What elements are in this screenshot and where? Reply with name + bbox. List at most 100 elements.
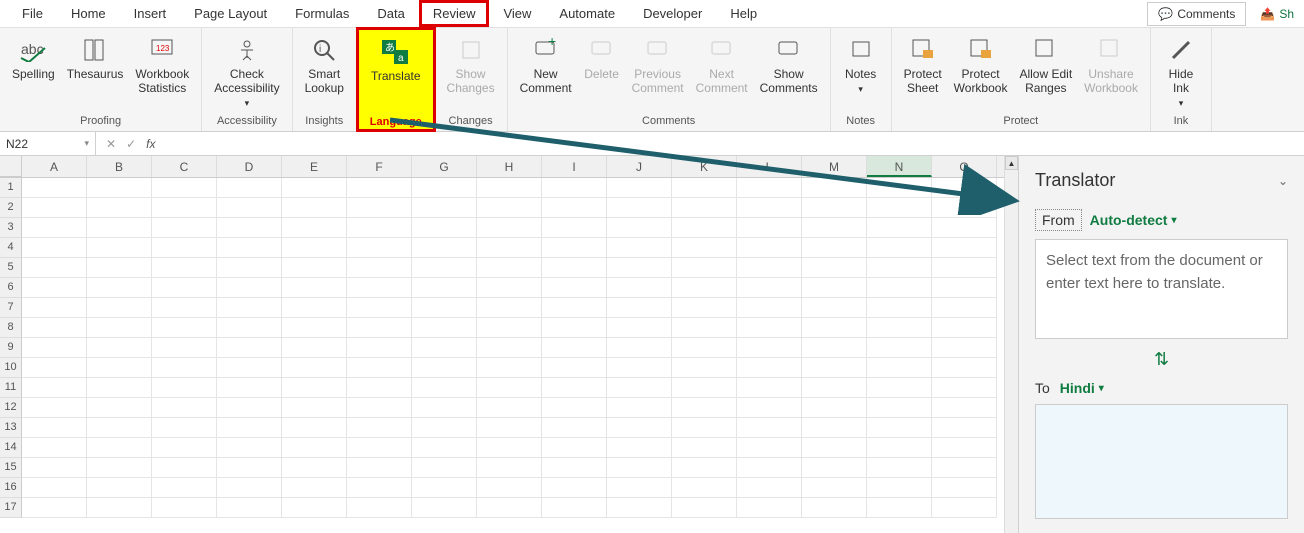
swap-languages-button[interactable]: ⇅ [1035, 349, 1288, 370]
cell[interactable] [607, 378, 672, 398]
protect-sheet-button[interactable]: Protect Sheet [898, 30, 948, 112]
cell[interactable] [672, 398, 737, 418]
cell[interactable] [607, 298, 672, 318]
cell[interactable] [347, 298, 412, 318]
row-header[interactable]: 13 [0, 418, 22, 438]
cell[interactable] [802, 278, 867, 298]
cell[interactable] [217, 198, 282, 218]
cell[interactable] [542, 398, 607, 418]
cell[interactable] [87, 338, 152, 358]
cell[interactable] [152, 238, 217, 258]
cell[interactable] [412, 358, 477, 378]
cell[interactable] [282, 218, 347, 238]
cell[interactable] [217, 438, 282, 458]
cell[interactable] [347, 338, 412, 358]
cell[interactable] [412, 398, 477, 418]
column-header[interactable]: K [672, 156, 737, 177]
cell[interactable] [282, 438, 347, 458]
cell[interactable] [412, 318, 477, 338]
tab-pagelayout[interactable]: Page Layout [180, 0, 281, 27]
cell[interactable] [152, 498, 217, 518]
cell[interactable] [477, 318, 542, 338]
cell[interactable] [347, 318, 412, 338]
cell[interactable] [412, 438, 477, 458]
cell[interactable] [152, 298, 217, 318]
tab-formulas[interactable]: Formulas [281, 0, 363, 27]
cell[interactable] [867, 198, 932, 218]
row-header[interactable]: 8 [0, 318, 22, 338]
column-header[interactable]: F [347, 156, 412, 177]
cell[interactable] [477, 198, 542, 218]
cell[interactable] [542, 178, 607, 198]
thesaurus-button[interactable]: Thesaurus [61, 30, 130, 112]
cell[interactable] [737, 478, 802, 498]
cell[interactable] [152, 458, 217, 478]
cell[interactable] [802, 398, 867, 418]
cell[interactable] [22, 418, 87, 438]
row-header[interactable]: 12 [0, 398, 22, 418]
cell[interactable] [477, 238, 542, 258]
cell[interactable] [672, 218, 737, 238]
cell[interactable] [152, 398, 217, 418]
tab-developer[interactable]: Developer [629, 0, 716, 27]
cell[interactable] [932, 318, 997, 338]
cell[interactable] [217, 238, 282, 258]
cell[interactable] [802, 318, 867, 338]
column-header[interactable]: G [412, 156, 477, 177]
cell[interactable] [152, 338, 217, 358]
cell[interactable] [22, 238, 87, 258]
cell[interactable] [932, 218, 997, 238]
cell[interactable] [542, 338, 607, 358]
cell[interactable] [932, 478, 997, 498]
cell[interactable] [347, 438, 412, 458]
cell[interactable] [347, 278, 412, 298]
column-header[interactable]: H [477, 156, 542, 177]
cell[interactable] [542, 318, 607, 338]
cell[interactable] [87, 238, 152, 258]
tab-automate[interactable]: Automate [545, 0, 629, 27]
cell[interactable] [282, 338, 347, 358]
cell[interactable] [412, 458, 477, 478]
cell[interactable] [22, 218, 87, 238]
cell[interactable] [477, 378, 542, 398]
cell[interactable] [282, 258, 347, 278]
workbook-stats-button[interactable]: 123Workbook Statistics [129, 30, 195, 112]
cell[interactable] [347, 258, 412, 278]
cell[interactable] [607, 318, 672, 338]
cell[interactable] [217, 258, 282, 278]
cell[interactable] [282, 398, 347, 418]
column-header[interactable]: N [867, 156, 932, 177]
smart-lookup-button[interactable]: iSmart Lookup [299, 30, 350, 112]
tab-insert[interactable]: Insert [120, 0, 181, 27]
cell[interactable] [542, 258, 607, 278]
cell[interactable] [867, 278, 932, 298]
cell[interactable] [542, 358, 607, 378]
cell[interactable] [802, 378, 867, 398]
cell[interactable] [672, 378, 737, 398]
cell[interactable] [737, 338, 802, 358]
cell[interactable] [672, 458, 737, 478]
cell[interactable] [607, 258, 672, 278]
cell[interactable] [932, 418, 997, 438]
cell[interactable] [217, 278, 282, 298]
cell[interactable] [347, 378, 412, 398]
cell[interactable] [607, 438, 672, 458]
cell[interactable] [477, 278, 542, 298]
cell[interactable] [542, 418, 607, 438]
cell[interactable] [672, 358, 737, 378]
cell[interactable] [347, 198, 412, 218]
cell[interactable] [477, 258, 542, 278]
cell[interactable] [477, 418, 542, 438]
cell[interactable] [217, 498, 282, 518]
cell[interactable] [217, 478, 282, 498]
cell[interactable] [22, 198, 87, 218]
row-header[interactable]: 10 [0, 358, 22, 378]
cell[interactable] [737, 258, 802, 278]
cell[interactable] [87, 398, 152, 418]
cell[interactable] [932, 398, 997, 418]
cell[interactable] [477, 298, 542, 318]
cell[interactable] [607, 338, 672, 358]
cell[interactable] [22, 478, 87, 498]
cell[interactable] [477, 438, 542, 458]
cell[interactable] [932, 338, 997, 358]
